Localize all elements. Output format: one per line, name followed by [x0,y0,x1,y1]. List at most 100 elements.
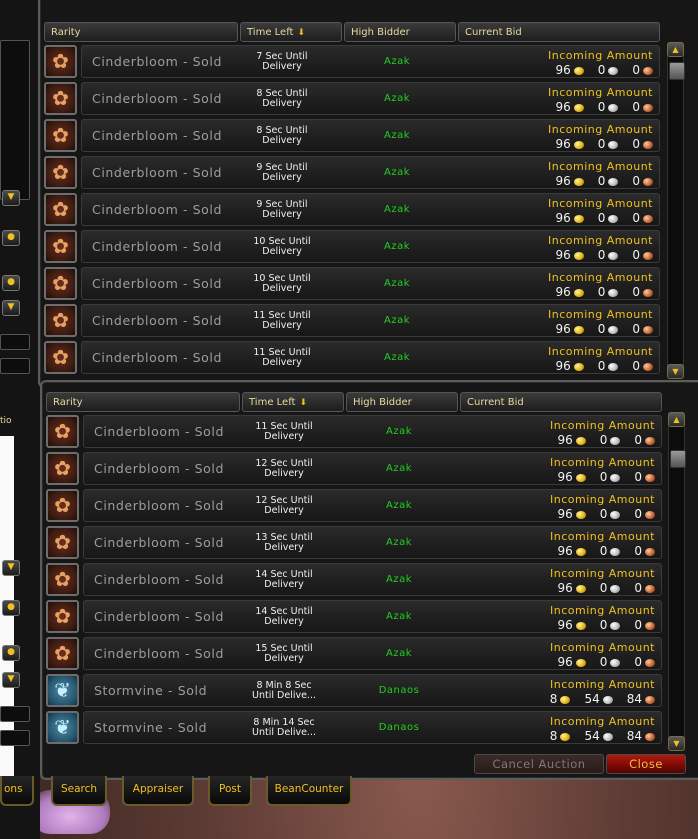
auction-row[interactable]: ✿ Cinderbloom - Sold 12 Sec Until Delivery… [46,488,666,523]
auction-row[interactable]: ✿ Cinderbloom - Sold 15 Sec Until Delivery… [46,636,666,671]
cinderbloom-icon[interactable]: ✿ [46,526,79,559]
column-time-left[interactable]: Time Left ⬇ [240,22,342,42]
gold-amount: 96 [557,655,573,669]
tab-search[interactable]: Search [51,776,107,806]
auction-row-bar[interactable]: Cinderbloom - Sold 11 Sec Until Delivery A… [83,415,662,448]
stormvine-icon[interactable]: ❦ [46,674,79,707]
tab-post[interactable]: Post [208,776,252,806]
auction-row[interactable]: ✿ Cinderbloom - Sold 14 Sec Until Delivery… [46,562,666,597]
side-coin-button[interactable]: ● [2,230,20,246]
cinderbloom-icon[interactable]: ✿ [46,563,79,596]
auction-row-bar[interactable]: Cinderbloom - Sold 10 Sec Until Delivery A… [81,267,660,300]
cinderbloom-icon[interactable]: ✿ [46,600,79,633]
auction-row-bar[interactable]: Cinderbloom - Sold 11 Sec Until Delivery A… [81,304,660,337]
auction-row-bar[interactable]: Cinderbloom - Sold 9 Sec Until Delivery Az… [81,156,660,189]
auction-row[interactable]: ✿ Cinderbloom - Sold 14 Sec Until Delivery… [46,599,666,634]
auction-row-bar[interactable]: Cinderbloom - Sold 13 Sec Until Delivery A… [83,526,662,559]
auction-row-bar[interactable]: Cinderbloom - Sold 8 Sec Until Delivery Az… [81,82,660,115]
auction-row-bar[interactable]: Cinderbloom - Sold 9 Sec Until Delivery Az… [81,193,660,226]
side-arrow-button[interactable]: ▼ [2,300,20,316]
cinderbloom-icon[interactable]: ✿ [44,304,77,337]
auction-row-bar[interactable]: Cinderbloom - Sold 7 Sec Until Delivery Az… [81,45,660,78]
auction-row[interactable]: ✿ Cinderbloom - Sold 11 Sec Until Delivery… [44,340,664,375]
auction-row-bar[interactable]: Cinderbloom - Sold 11 Sec Until Delivery A… [81,341,660,374]
copper-coin-icon [643,140,653,149]
column-rarity-bottom[interactable]: Rarity [46,392,240,412]
cinderbloom-icon[interactable]: ✿ [46,415,79,448]
scrollbar-top[interactable] [667,42,684,376]
scroll-down-button-bottom[interactable]: ▼ [668,736,685,751]
auction-row-bar[interactable]: Cinderbloom - Sold 14 Sec Until Delivery A… [83,563,662,596]
scroll-thumb-bottom[interactable] [670,450,686,468]
auction-row[interactable]: ✿ Cinderbloom - Sold 11 Sec Until Delivery… [46,414,666,449]
auction-row-bar[interactable]: Cinderbloom - Sold 10 Sec Until Delivery A… [81,230,660,263]
column-rarity[interactable]: Rarity [44,22,238,42]
auction-row[interactable]: ❦ Stormvine - Sold 8 Min 8 Sec Until Deliv… [46,673,666,708]
high-bidder: Azak [383,315,410,326]
time-left: 8 Sec Until Delivery [256,125,308,146]
side-bottom-input-1[interactable] [0,706,30,722]
auction-row-bar[interactable]: Cinderbloom - Sold 15 Sec Until Delivery A… [83,637,662,670]
cinderbloom-icon[interactable]: ✿ [46,452,79,485]
auction-row[interactable]: ❦ Stormvine - Sold 8 Min 14 Sec Until Deli… [46,710,666,745]
side-input-2[interactable] [0,358,30,374]
auction-row[interactable]: ✿ Cinderbloom - Sold 12 Sec Until Delivery… [46,451,666,486]
auction-row[interactable]: ✿ Cinderbloom - Sold 10 Sec Until Delivery… [44,229,664,264]
auction-row[interactable]: ✿ Cinderbloom - Sold 8 Sec Until Delivery A… [44,81,664,116]
cinderbloom-icon[interactable]: ✿ [44,341,77,374]
side-bottom-btn-1[interactable]: ▼ [2,560,20,576]
stormvine-icon[interactable]: ❦ [46,711,79,744]
close-button[interactable]: Close [606,754,686,774]
tab-appraiser[interactable]: Appraiser [122,776,194,806]
side-input-1[interactable] [0,334,30,350]
scroll-up-button-bottom[interactable]: ▲ [668,412,685,427]
auction-row-bar[interactable]: Cinderbloom - Sold 12 Sec Until Delivery A… [83,452,662,485]
column-time-left-bottom[interactable]: Time Left ⬇ [242,392,344,412]
cinderbloom-icon[interactable]: ✿ [44,119,77,152]
cinderbloom-icon[interactable]: ✿ [44,230,77,263]
auction-row-bar[interactable]: Cinderbloom - Sold 8 Sec Until Delivery Az… [81,119,660,152]
side-bottom-input-2[interactable] [0,730,30,746]
side-bottom-btn-3[interactable]: ● [2,645,20,661]
tab-beancounter[interactable]: BeanCounter [266,776,352,806]
column-high-bidder[interactable]: High Bidder [344,22,456,42]
auction-row[interactable]: ✿ Cinderbloom - Sold 11 Sec Until Delivery… [44,303,664,338]
copper-amount: 0 [634,581,642,595]
auction-row[interactable]: ✿ Cinderbloom - Sold 13 Sec Until Delivery… [46,525,666,560]
bid-amount: 96 0 0 [551,655,655,669]
tab-auctions[interactable]: ons [0,776,34,806]
scroll-up-button-top[interactable]: ▲ [667,42,684,57]
silver-coin-icon [602,695,613,704]
auction-row[interactable]: ✿ Cinderbloom - Sold 9 Sec Until Delivery A… [44,192,664,227]
column-high-bidder-bottom[interactable]: High Bidder [346,392,458,412]
column-current-bid[interactable]: Current Bid [458,22,660,42]
scroll-down-button-top[interactable]: ▼ [667,364,684,379]
cinderbloom-icon[interactable]: ✿ [46,489,79,522]
auction-row-bar[interactable]: Cinderbloom - Sold 14 Sec Until Delivery A… [83,600,662,633]
side-scroll-down-button[interactable]: ▼ [2,190,20,206]
high-bidder: Azak [383,204,410,215]
scroll-thumb-top[interactable] [669,62,685,80]
auction-row-bar[interactable]: Cinderbloom - Sold 12 Sec Until Delivery A… [83,489,662,522]
silver-coin-icon [608,214,619,223]
cinderbloom-icon[interactable]: ✿ [44,82,77,115]
auction-row-bar[interactable]: Stormvine - Sold 8 Min 14 Sec Until Deliv… [83,711,662,744]
gold-coin-icon [560,695,571,704]
side-coin-button-2[interactable]: ● [2,275,20,291]
cinderbloom-icon[interactable]: ✿ [44,267,77,300]
auction-row[interactable]: ✿ Cinderbloom - Sold 10 Sec Until Delivery… [44,266,664,301]
auction-row[interactable]: ✿ Cinderbloom - Sold 7 Sec Until Delivery A… [44,44,664,79]
auction-row-bar[interactable]: Stormvine - Sold 8 Min 8 Sec Until Delive… [83,674,662,707]
cinderbloom-icon[interactable]: ✿ [44,193,77,226]
cinderbloom-icon[interactable]: ✿ [46,637,79,670]
side-bottom-btn-4[interactable]: ▼ [2,672,20,688]
column-current-bid-bottom[interactable]: Current Bid [460,392,662,412]
side-bottom-btn-2[interactable]: ● [2,600,20,616]
auction-row[interactable]: ✿ Cinderbloom - Sold 9 Sec Until Delivery A… [44,155,664,190]
cancel-auction-button[interactable]: Cancel Auction [474,754,604,774]
bid-amount: 96 0 0 [551,618,655,632]
auction-row[interactable]: ✿ Cinderbloom - Sold 8 Sec Until Delivery A… [44,118,664,153]
cinderbloom-icon[interactable]: ✿ [44,45,77,78]
time-left: 8 Min 14 Sec Until Delive... [252,717,316,738]
cinderbloom-icon[interactable]: ✿ [44,156,77,189]
